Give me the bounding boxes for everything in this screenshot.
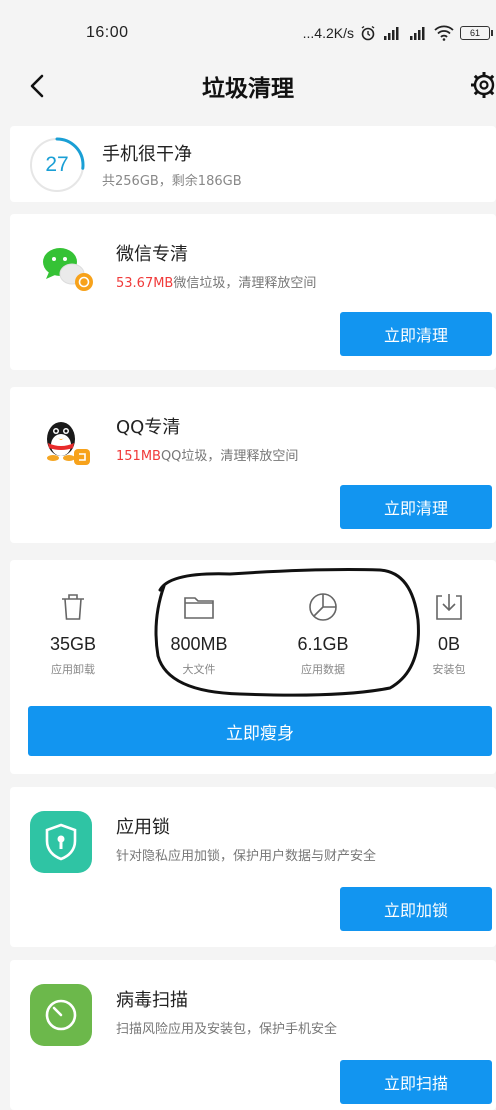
wifi-icon (434, 25, 454, 41)
nav-bar: 垃圾清理 (0, 58, 496, 114)
stat-value: 35GB (49, 634, 97, 654)
signal-icon (408, 26, 428, 40)
app-lock-title: 应用锁 (116, 817, 170, 838)
qq-desc-text: QQ垃圾，清理释放空间 (160, 449, 299, 464)
wechat-clean-button[interactable]: 立即清理 (340, 312, 492, 356)
wechat-desc-text: 微信垃圾，清理释放空间 (173, 276, 317, 291)
page-title: 垃圾清理 (202, 76, 294, 102)
settings-icon[interactable] (464, 68, 496, 102)
status-indicators: ...4.2K/s 61 (302, 22, 493, 44)
virus-scan-title: 病毒扫描 (116, 990, 188, 1011)
clean-score: 27 (45, 153, 69, 176)
pie-chart-icon (309, 593, 337, 621)
qq-junk-size: 151MB (116, 449, 161, 464)
signal-icon (382, 26, 402, 40)
slim-down-button[interactable]: 立即瘦身 (28, 706, 492, 756)
qq-clean-card: QQ专清 151MBQQ垃圾，清理释放空间 立即清理 (10, 387, 496, 543)
wechat-clean-card: 微信专清 53.67MB微信垃圾，清理释放空间 立即清理 (10, 214, 496, 370)
stat-app-data[interactable]: 6.1GB 应用数据 (278, 590, 368, 677)
virus-scan-card: 病毒扫描 扫描风险应用及安装包，保护手机安全 立即扫描 (10, 960, 496, 1110)
stat-large-files[interactable]: 800MB 大文件 (154, 590, 244, 677)
status-time: 16:00 (86, 24, 129, 41)
stat-install-packages[interactable]: 0B 安装包 (404, 590, 494, 677)
download-icon (436, 594, 462, 620)
wechat-junk-size: 53.67MB (116, 276, 174, 291)
wechat-title: 微信专清 (116, 244, 188, 265)
qq-clean-button[interactable]: 立即清理 (340, 485, 492, 529)
storage-summary-card: 27 手机很干净 共256GB，剩余186GB (10, 126, 496, 202)
qq-title: QQ专清 (116, 417, 181, 438)
app-lock-desc: 针对隐私应用加锁，保护用户数据与财产安全 (116, 849, 377, 864)
wechat-desc: 53.67MB微信垃圾，清理释放空间 (116, 272, 316, 291)
stat-value: 800MB (170, 634, 228, 654)
stat-label: 应用卸载 (51, 663, 95, 676)
stat-label: 应用数据 (301, 663, 345, 676)
virus-scan-desc: 扫描风险应用及安装包，保护手机安全 (116, 1022, 338, 1037)
alarm-icon (360, 25, 376, 41)
virus-scan-button[interactable]: 立即扫描 (340, 1060, 492, 1104)
virus-scan-icon (30, 984, 92, 1046)
network-speed: ...4.2K/s (302, 25, 354, 41)
app-lock-button[interactable]: 立即加锁 (340, 887, 492, 931)
battery-icon: 61 (460, 26, 493, 40)
stat-value: 0B (437, 634, 461, 654)
stat-app-uninstall[interactable]: 35GB 应用卸载 (28, 590, 118, 677)
stat-label: 大文件 (182, 663, 216, 676)
stat-label: 安装包 (432, 663, 466, 676)
trash-icon (62, 594, 84, 620)
qq-desc: 151MBQQ垃圾，清理释放空间 (116, 445, 298, 464)
summary-title: 手机很干净 (102, 144, 192, 165)
status-bar: 16:00 ...4.2K/s 61 (0, 0, 496, 58)
storage-info: 共256GB，剩余186GB (102, 174, 242, 189)
app-lock-icon (30, 811, 92, 873)
app-lock-card: 应用锁 针对隐私应用加锁，保护用户数据与财产安全 立即加锁 (10, 787, 496, 947)
storage-stats-card: 35GB 应用卸载 800MB 大文件 6.1GB 应用数据 0B 安装包 立即… (10, 560, 496, 774)
folder-icon (184, 597, 214, 619)
stat-value: 6.1GB (297, 634, 349, 654)
wechat-icon (34, 236, 96, 298)
qq-icon (34, 409, 96, 471)
